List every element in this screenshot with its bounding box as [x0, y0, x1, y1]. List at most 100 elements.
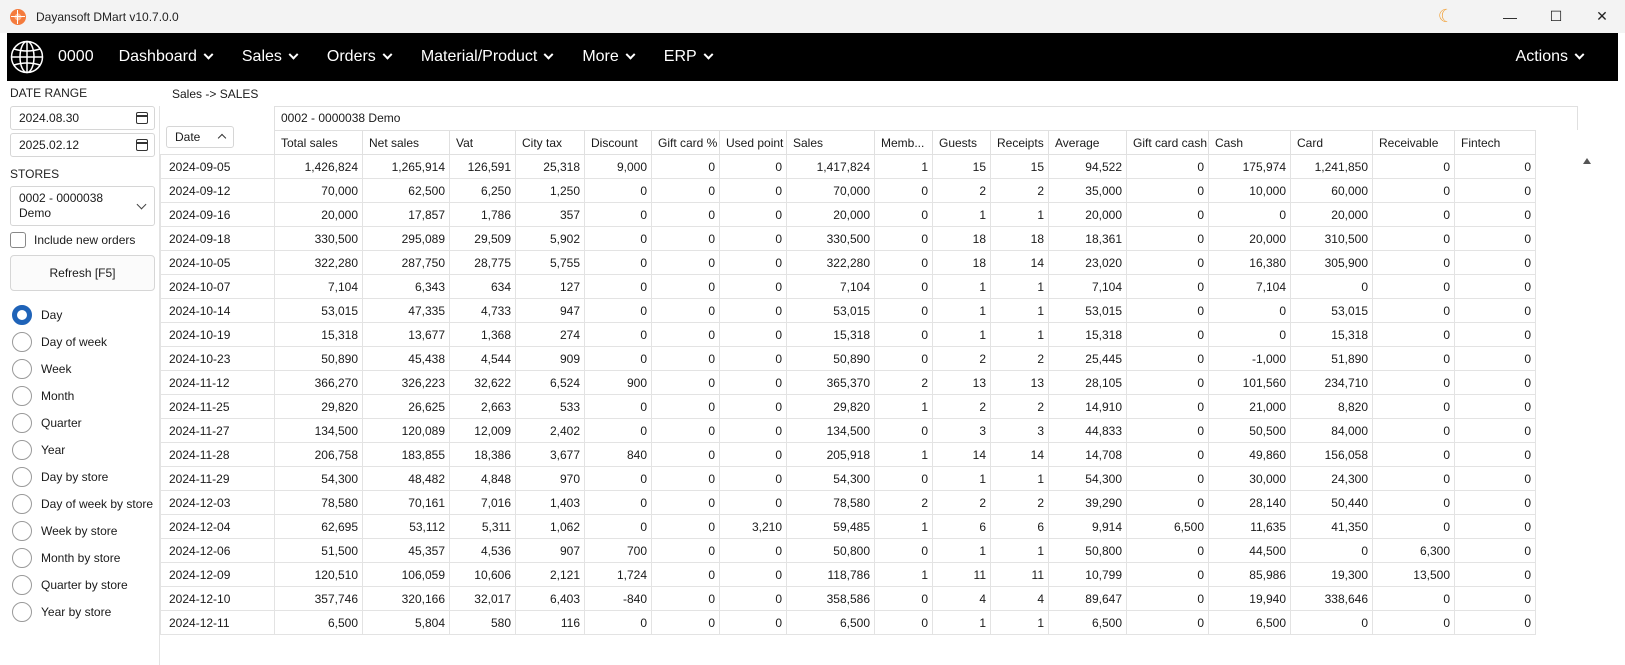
column-header[interactable]: Average: [1048, 130, 1127, 155]
grouping-option[interactable]: Day: [12, 301, 157, 328]
table-row[interactable]: 2024-10-14 53,015 47,335 4,733 947 0 0 0 53,015 0…: [160, 298, 1536, 323]
column-header[interactable]: Receipts: [990, 130, 1049, 155]
radio-unselected[interactable]: [12, 331, 32, 352]
radio-unselected[interactable]: [12, 601, 32, 622]
table-row[interactable]: 2024-10-19 15,318 13,677 1,368 274 0 0 0 15,318 0…: [160, 322, 1536, 347]
radio-selected[interactable]: [12, 304, 32, 325]
table-row[interactable]: 2024-12-10 357,746 320,166 32,017 6,403 -840 0…: [160, 586, 1536, 611]
table-row[interactable]: 2024-09-12 70,000 62,500 6,250 1,250 0 0 0 70,00…: [160, 178, 1536, 203]
column-header[interactable]: Cash: [1208, 130, 1291, 155]
store-code-label[interactable]: 0000: [58, 48, 94, 66]
radio-unselected[interactable]: [12, 547, 32, 568]
grouping-option[interactable]: Year by store: [12, 598, 157, 625]
table-cell: 50,800: [1048, 538, 1127, 563]
table-row[interactable]: 2024-12-04 62,695 53,112 5,311 1,062 0 0 3,210 5…: [160, 514, 1536, 539]
checkbox-box[interactable]: [10, 232, 26, 248]
table-row[interactable]: 2024-12-09 120,510 106,059 10,606 2,121 1,724…: [160, 562, 1536, 587]
column-header[interactable]: Sales: [786, 130, 875, 155]
column-header[interactable]: Discount: [584, 130, 652, 155]
date-to-field[interactable]: 2025.02.12: [10, 133, 155, 157]
scroll-up-arrow-icon[interactable]: [1583, 158, 1591, 164]
table-cell: 0: [874, 202, 933, 227]
chevron-down-icon: [288, 49, 299, 60]
radio-unselected[interactable]: [12, 520, 32, 541]
radio-unselected[interactable]: [12, 493, 32, 514]
date-from-field[interactable]: 2024.08.30: [10, 106, 155, 130]
table-row[interactable]: 2024-12-11 6,500 5,804 580 116 0 0 0 6,500 0 1 1 6,5…: [160, 610, 1536, 635]
table-row[interactable]: 2024-11-29 54,300 48,482 4,848 970 0 0 0 54,300 0…: [160, 466, 1536, 491]
table-cell: 0: [584, 298, 652, 323]
store-select[interactable]: 0002 - 0000038 Demo: [10, 186, 155, 226]
calendar-icon[interactable]: [136, 139, 148, 151]
menu-erp[interactable]: ERP: [649, 33, 727, 81]
column-header[interactable]: Receivable: [1372, 130, 1455, 155]
grouping-option[interactable]: Month: [12, 382, 157, 409]
maximize-button[interactable]: ☐: [1533, 0, 1579, 33]
grouping-option[interactable]: Week by store: [12, 517, 157, 544]
table-row[interactable]: 2024-11-27 134,500 120,089 12,009 2,402 0 0 0 13…: [160, 418, 1536, 443]
column-header[interactable]: City tax: [515, 130, 585, 155]
refresh-button[interactable]: Refresh [F5]: [10, 255, 155, 291]
column-header[interactable]: Gift card cash: [1126, 130, 1209, 155]
grouping-option[interactable]: Day of week: [12, 328, 157, 355]
sort-ascending-icon[interactable]: [217, 133, 227, 143]
grouping-option[interactable]: Month by store: [12, 544, 157, 571]
calendar-icon[interactable]: [136, 112, 148, 124]
grouping-option[interactable]: Day by store: [12, 463, 157, 490]
table-cell: 3,210: [719, 514, 787, 539]
grouping-option[interactable]: Day of week by store: [12, 490, 157, 517]
table-row[interactable]: 2024-09-18 330,500 295,089 29,509 5,902 0 0 0 33…: [160, 226, 1536, 251]
menu-material-product[interactable]: Material/Product: [406, 33, 568, 81]
column-header[interactable]: Gift card %: [651, 130, 720, 155]
table-cell: 59,485: [786, 514, 875, 539]
table-cell: 0: [584, 610, 652, 635]
table-row[interactable]: 2024-10-07 7,104 6,343 634 127 0 0 0 7,104 0 1 1 7,1…: [160, 274, 1536, 299]
radio-unselected[interactable]: [12, 466, 32, 487]
table-row[interactable]: 2024-11-12 366,270 326,223 32,622 6,524 900 0 0…: [160, 370, 1536, 395]
radio-unselected[interactable]: [12, 412, 32, 433]
column-header[interactable]: Total sales: [274, 130, 363, 155]
table-cell: 44,500: [1208, 538, 1291, 563]
column-header[interactable]: Guests: [932, 130, 991, 155]
table-row[interactable]: 2024-10-05 322,280 287,750 28,775 5,755 0 0 0 32…: [160, 250, 1536, 275]
table-row[interactable]: 2024-10-23 50,890 45,438 4,544 909 0 0 0 50,890 0…: [160, 346, 1536, 371]
vertical-scrollbar[interactable]: [1580, 154, 1592, 665]
grouping-option-label: Week by store: [41, 523, 118, 538]
table-row[interactable]: 2024-12-06 51,500 45,357 4,536 907 700 0 0 50,80…: [160, 538, 1536, 563]
theme-toggle-moon-icon[interactable]: ☾: [1423, 0, 1469, 33]
table-cell: 0: [1372, 394, 1455, 419]
close-button[interactable]: ✕: [1579, 0, 1625, 33]
menu-actions[interactable]: Actions: [1501, 33, 1598, 81]
include-new-orders-checkbox[interactable]: Include new orders: [10, 232, 157, 248]
menu-orders[interactable]: Orders: [312, 33, 406, 81]
column-header[interactable]: Card: [1290, 130, 1373, 155]
radio-unselected[interactable]: [12, 385, 32, 406]
column-header[interactable]: Used point: [719, 130, 787, 155]
column-header[interactable]: Net sales: [362, 130, 450, 155]
table-row[interactable]: 2024-12-03 78,580 70,161 7,016 1,403 0 0 0 78,58…: [160, 490, 1536, 515]
table-cell: 0: [719, 346, 787, 371]
globe-icon[interactable]: [10, 40, 44, 74]
menu-more[interactable]: More: [567, 33, 648, 81]
radio-unselected[interactable]: [12, 358, 32, 379]
table-cell: 0: [1126, 442, 1209, 467]
menu-dashboard[interactable]: Dashboard: [104, 33, 227, 81]
table-cell: 1: [932, 466, 991, 491]
column-header[interactable]: Vat: [449, 130, 516, 155]
minimize-button[interactable]: —: [1487, 0, 1533, 33]
menu-sales[interactable]: Sales: [227, 33, 312, 81]
grouping-option[interactable]: Week: [12, 355, 157, 382]
date-column-header[interactable]: Date: [166, 126, 234, 148]
table-row[interactable]: 2024-09-16 20,000 17,857 1,786 357 0 0 0 20,000 0…: [160, 202, 1536, 227]
radio-unselected[interactable]: [12, 439, 32, 460]
table-cell: 0: [651, 154, 720, 179]
column-header[interactable]: Fintech: [1454, 130, 1536, 155]
column-header[interactable]: Memb...: [874, 130, 933, 155]
radio-unselected[interactable]: [12, 574, 32, 595]
grouping-option[interactable]: Quarter by store: [12, 571, 157, 598]
grouping-option[interactable]: Quarter: [12, 409, 157, 436]
table-row[interactable]: 2024-09-05 1,426,824 1,265,914 126,591 25,31…: [160, 154, 1536, 179]
table-row[interactable]: 2024-11-28 206,758 183,855 18,386 3,677 840 0 0…: [160, 442, 1536, 467]
table-row[interactable]: 2024-11-25 29,820 26,625 2,663 533 0 0 0 29,820 1…: [160, 394, 1536, 419]
grouping-option[interactable]: Year: [12, 436, 157, 463]
